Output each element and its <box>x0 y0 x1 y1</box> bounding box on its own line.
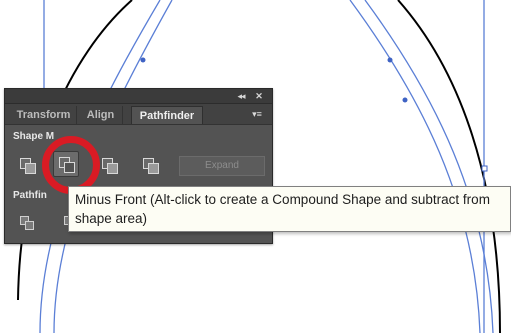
anchor-point-square[interactable] <box>481 165 488 172</box>
anchor-point[interactable] <box>387 57 393 63</box>
divide-icon[interactable] <box>17 213 37 233</box>
close-icon[interactable]: ✕ <box>252 89 266 103</box>
panel-title-bar[interactable]: ◂◂ ✕ <box>5 89 272 104</box>
exclude-icon[interactable] <box>138 153 164 179</box>
tooltip: Minus Front (Alt-click to create a Compo… <box>68 186 511 232</box>
panel-menu-icon[interactable]: ▾≡ <box>248 108 266 120</box>
unite-icon[interactable] <box>15 153 41 179</box>
anchor-point[interactable] <box>140 57 146 63</box>
anchor-point[interactable] <box>402 97 408 103</box>
expand-button[interactable]: Expand <box>179 156 265 176</box>
panel-tab-bar: Transform Align Pathfinder ▾≡ <box>5 104 272 125</box>
tab-align[interactable]: Align <box>79 106 123 124</box>
tab-pathfinder[interactable]: Pathfinder <box>131 106 203 124</box>
intersect-icon[interactable] <box>97 153 123 179</box>
blue-path-right-outer[interactable] <box>349 0 481 333</box>
tooltip-line-2: shape area) <box>75 211 148 226</box>
tab-transform[interactable]: Transform <box>11 106 77 124</box>
tooltip-line-1: Minus Front (Alt-click to create a Compo… <box>75 192 490 207</box>
collapse-icon[interactable]: ◂◂ <box>234 89 248 103</box>
pathfinders-label: Pathfin <box>13 190 47 201</box>
shape-modes-label: Shape M <box>13 131 55 142</box>
